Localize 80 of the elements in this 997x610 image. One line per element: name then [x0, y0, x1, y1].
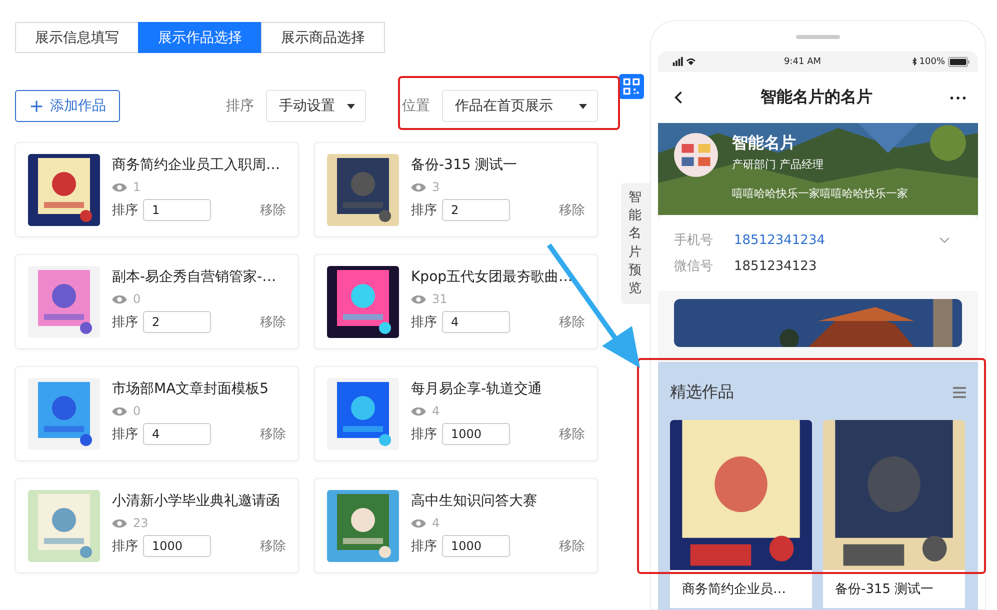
view-count: 31 — [432, 292, 448, 306]
work-title: 市场部MA文章封面模板5 — [112, 380, 270, 398]
qr-code-icon[interactable] — [618, 74, 644, 99]
position-select[interactable]: 作品在首页展示 — [442, 90, 598, 122]
work-title: 副本-易企秀自营销管家-… — [112, 268, 278, 286]
order-label: 排序 — [112, 314, 138, 331]
status-time: 9:41 AM — [784, 56, 821, 66]
view-count: 3 — [432, 180, 440, 194]
view-count: 4 — [432, 516, 440, 530]
view-count: 23 — [133, 516, 148, 530]
work-title: 备份-315 测试一 — [411, 156, 518, 174]
eye-icon — [112, 294, 127, 304]
tab[interactable]: 展示信息填写 — [15, 22, 139, 53]
contact-value: 1851234123 — [734, 258, 817, 274]
featured-card[interactable]: 商务简约企业员… — [670, 420, 812, 608]
battery-percent: 100% — [919, 56, 945, 66]
remove-link[interactable]: 移除 — [559, 425, 585, 443]
work-title: 小清新小学毕业典礼邀请函 — [112, 492, 281, 510]
order-input[interactable]: 1 — [143, 199, 211, 221]
position-label: 位置 — [402, 97, 430, 115]
menu-icon[interactable] — [953, 387, 966, 398]
more-icon[interactable] — [950, 96, 966, 100]
remove-link[interactable]: 移除 — [260, 537, 286, 555]
order-label: 排序 — [112, 538, 138, 555]
order-label: 排序 — [112, 202, 138, 219]
view-count: 1 — [133, 180, 141, 194]
section-title: 精选作品 — [670, 382, 734, 403]
view-count: 0 — [133, 292, 141, 306]
order-input[interactable]: 1000 — [442, 423, 510, 445]
profile-motto: 嘻嘻哈哈快乐一家嘻嘻哈哈快乐一家 — [732, 186, 908, 201]
remove-link[interactable]: 移除 — [260, 201, 286, 219]
order-input[interactable]: 1000 — [442, 535, 510, 557]
featured-card[interactable]: 备份-315 测试一 — [823, 420, 965, 608]
view-count: 4 — [432, 404, 440, 418]
contact-label: 手机号 — [674, 232, 714, 249]
remove-link[interactable]: 移除 — [559, 313, 585, 331]
order-label: 排序 — [411, 426, 437, 443]
contact-value[interactable]: 18512341234 — [734, 232, 825, 248]
view-count: 0 — [133, 404, 141, 418]
order-input[interactable]: 1000 — [143, 535, 211, 557]
work-title: 每月易企享-轨道交通 — [411, 380, 544, 398]
order-input[interactable]: 2 — [442, 199, 510, 221]
profile-name: 智能名片 — [732, 133, 797, 154]
order-label: 排序 — [112, 426, 138, 443]
eye-icon — [112, 406, 127, 416]
contact-label: 微信号 — [674, 258, 714, 275]
eye-icon — [411, 518, 426, 528]
bluetooth-icon — [912, 57, 918, 66]
preview-tab[interactable]: 智能名片预览 — [620, 183, 650, 304]
remove-link[interactable]: 移除 — [559, 201, 585, 219]
order-input[interactable]: 4 — [143, 423, 211, 445]
eye-icon — [411, 182, 426, 192]
featured-title: 备份-315 测试一 — [834, 581, 935, 599]
sort-label: 排序 — [226, 97, 254, 115]
remove-link[interactable]: 移除 — [260, 425, 286, 443]
eye-icon — [411, 406, 426, 416]
order-label: 排序 — [411, 314, 437, 331]
chevron-down-icon[interactable] — [939, 236, 950, 244]
order-input[interactable]: 2 — [143, 311, 211, 333]
tab[interactable]: 展示商品选择 — [261, 22, 385, 53]
eye-icon — [411, 294, 426, 304]
add-work-button[interactable]: + 添加作品 — [15, 90, 120, 122]
order-label: 排序 — [411, 202, 437, 219]
tab[interactable]: 展示作品选择 — [138, 22, 262, 53]
eye-icon — [112, 182, 127, 192]
order-label: 排序 — [411, 538, 437, 555]
battery-icon — [948, 56, 970, 66]
avatar — [674, 133, 718, 177]
back-icon[interactable] — [674, 90, 683, 105]
remove-link[interactable]: 移除 — [559, 537, 585, 555]
profile-role: 产研部门 产品经理 — [732, 157, 824, 172]
sort-select[interactable]: 手动设置 — [266, 90, 366, 122]
work-title: 商务简约企业员工入职周… — [112, 156, 281, 174]
work-title: 高中生知识问答大赛 — [411, 492, 538, 510]
work-title: Kpop五代女团最夯歌曲… — [411, 268, 574, 286]
order-input[interactable]: 4 — [442, 311, 510, 333]
page-title: 智能名片的名片 — [759, 87, 874, 108]
eye-icon — [112, 518, 127, 528]
remove-link[interactable]: 移除 — [260, 313, 286, 331]
featured-title: 商务简约企业员… — [681, 581, 787, 599]
